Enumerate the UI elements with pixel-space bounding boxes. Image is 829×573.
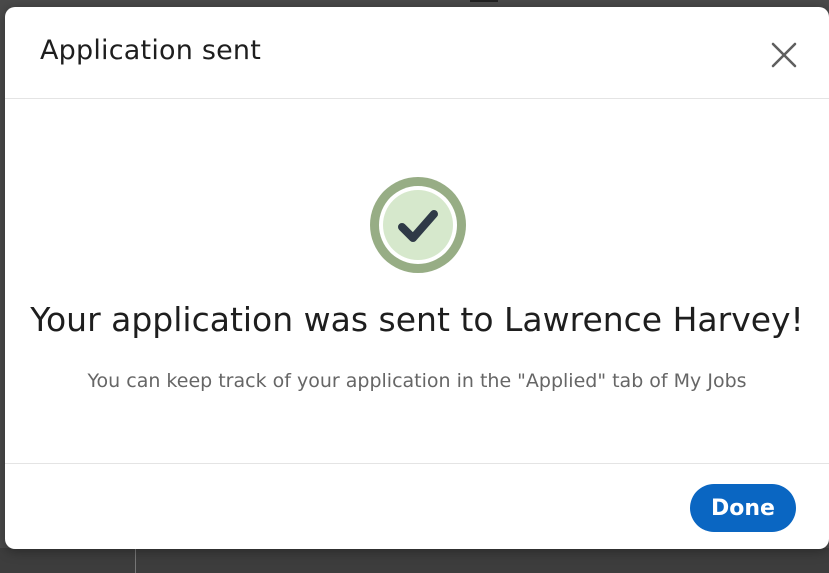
dialog-footer: Done: [5, 463, 829, 549]
page-backdrop-footer: [0, 548, 829, 573]
success-subtext: You can keep track of your application i…: [87, 370, 747, 392]
close-icon: [771, 42, 797, 68]
close-button[interactable]: [763, 34, 805, 76]
check-circle-icon: [370, 177, 466, 273]
page-backdrop-mark: [470, 0, 498, 2]
success-headline: Your application was sent to Lawrence Ha…: [30, 300, 804, 339]
dialog-header: Application sent: [5, 7, 829, 99]
page-backdrop-divider: [135, 548, 136, 573]
dialog-body: Your application was sent to Lawrence Ha…: [5, 99, 829, 463]
application-sent-dialog: Application sent Your application was se…: [5, 7, 829, 549]
done-button[interactable]: Done: [690, 484, 796, 532]
dialog-title: Application sent: [40, 35, 262, 66]
